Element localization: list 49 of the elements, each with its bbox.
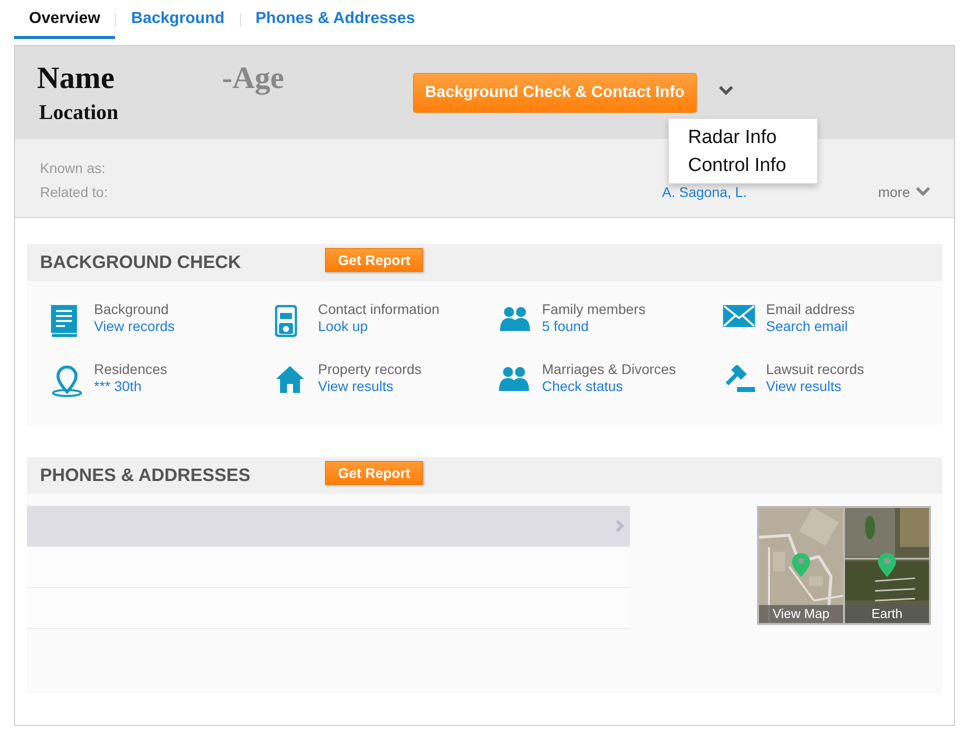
chevron-right-icon xyxy=(616,520,624,532)
section-title: BACKGROUND CHECK xyxy=(40,252,242,273)
map-label[interactable]: Earth xyxy=(845,605,929,623)
phone-icon xyxy=(275,305,297,337)
envelope-icon xyxy=(723,305,755,327)
record-link[interactable]: *** 30th xyxy=(94,378,168,395)
related-to-label: Related to: xyxy=(40,184,109,200)
record-title: Residences xyxy=(94,361,168,378)
person-location: Location xyxy=(38,100,120,125)
people-icon xyxy=(499,365,529,391)
record-title: Email address xyxy=(766,301,855,318)
person-name: Name xyxy=(37,60,116,96)
tab[interactable]: Overview xyxy=(14,10,116,39)
book-icon xyxy=(51,305,77,337)
background-check-button[interactable]: Background Check & Contact Info xyxy=(412,73,697,113)
record-link[interactable]: Look up xyxy=(318,318,440,335)
people-icon xyxy=(499,305,531,331)
record-title: Contact information xyxy=(318,301,440,318)
record-title: Marriages & Divorces xyxy=(542,361,676,378)
tab[interactable]: Background xyxy=(116,10,240,39)
gavel-icon xyxy=(723,365,755,393)
menu-item[interactable]: Control Info xyxy=(669,153,817,181)
location-pin-icon xyxy=(51,365,83,397)
house-icon xyxy=(275,365,305,393)
person-age: -Age xyxy=(222,60,284,96)
list-row[interactable] xyxy=(27,506,630,547)
related-person-link[interactable]: A. Sagona, L. xyxy=(662,184,747,200)
record-link[interactable]: 5 found xyxy=(542,318,646,335)
record-link[interactable]: View records xyxy=(94,318,175,335)
more-link[interactable]: more xyxy=(878,184,910,200)
chevron-down-icon[interactable] xyxy=(718,86,733,96)
record-title: Background xyxy=(94,301,170,318)
get-report-button[interactable]: Get Report xyxy=(325,460,424,484)
record-link[interactable]: Search email xyxy=(766,318,855,335)
map-label[interactable]: View Map xyxy=(759,605,843,623)
chevron-down-icon[interactable] xyxy=(916,187,930,197)
record-link[interactable]: View results xyxy=(318,378,422,395)
get-report-button[interactable]: Get Report xyxy=(325,248,424,272)
tab[interactable]: Phones & Addresses xyxy=(240,10,430,39)
section-title: PHONES & ADDRESSES xyxy=(40,465,252,486)
record-title: Lawsuit records xyxy=(766,361,864,378)
record-link[interactable]: View results xyxy=(766,378,864,395)
known-as-label: Known as: xyxy=(40,160,106,176)
map-pin-icon xyxy=(878,553,896,577)
menu-item[interactable]: Radar Info xyxy=(669,125,817,153)
record-title: Property records xyxy=(318,361,422,378)
record-link[interactable]: Check status xyxy=(542,378,676,395)
record-title: Family members xyxy=(542,301,646,318)
map-pin-icon xyxy=(792,553,810,577)
